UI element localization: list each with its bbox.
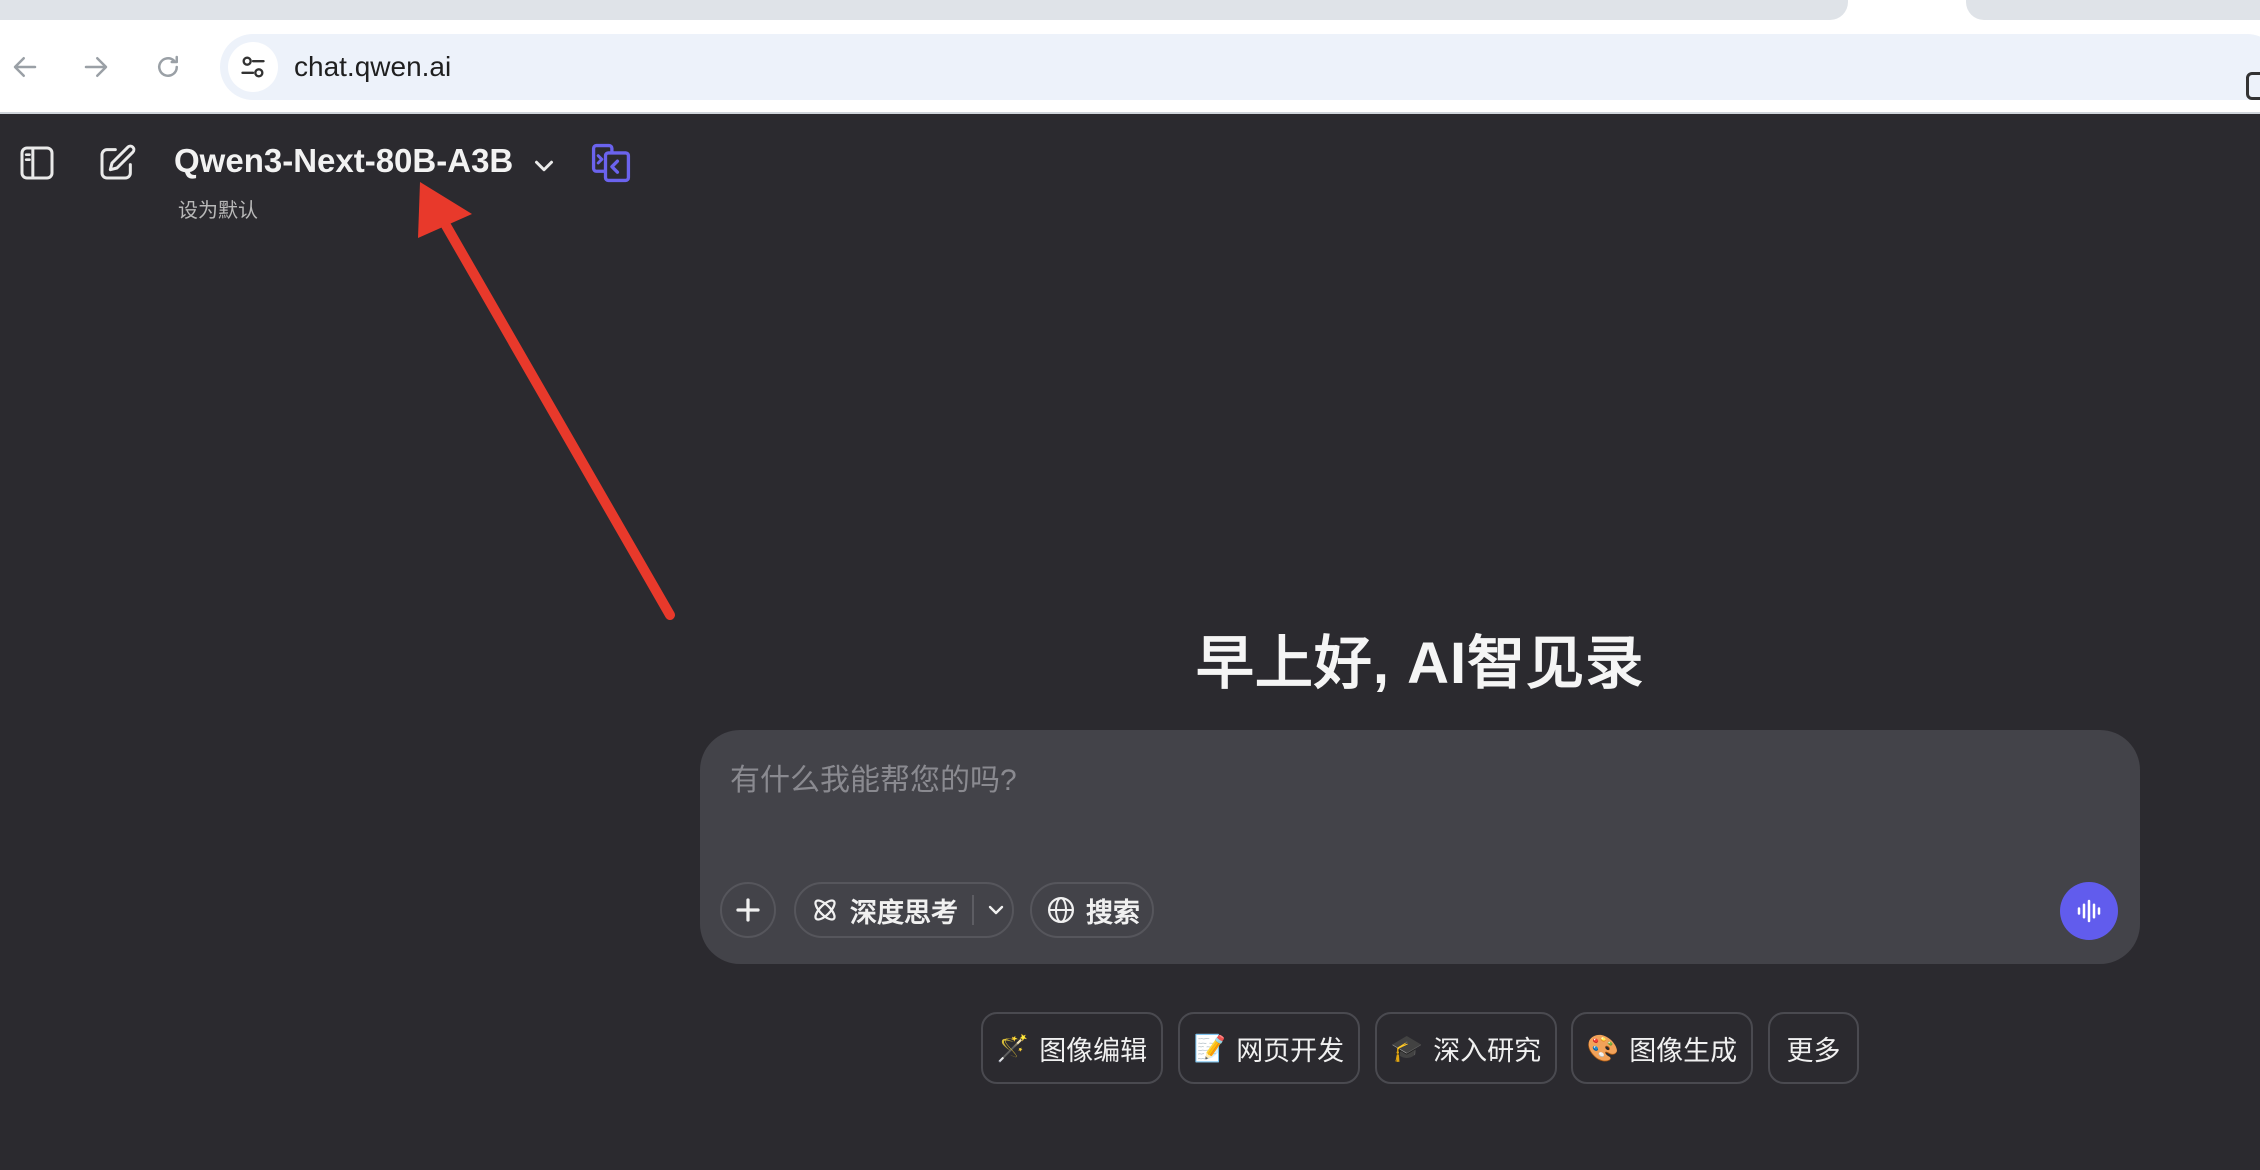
chip-label: 更多 [1786,1035,1841,1066]
chip-image-gen[interactable]: 🎨 图像生成 [1571,1012,1753,1084]
browser-tab-strip [0,0,2260,22]
arrow-right-icon [84,57,108,77]
deep-think-label: 深度思考 [850,897,958,928]
chip-web-dev[interactable]: 📝 网页开发 [1178,1012,1360,1084]
arrow-left-icon [13,57,37,77]
chip-more[interactable]: 更多 [1768,1012,1859,1084]
new-chat-button[interactable] [96,142,138,184]
reload-button[interactable] [145,44,191,90]
sidebar-toggle-button[interactable] [16,142,58,184]
audio-wave-icon [2077,899,2101,923]
address-bar[interactable]: chat.qwen.ai [220,34,2260,100]
chip-label: 图像生成 [1629,1035,1738,1066]
chevron-down-icon [535,160,553,172]
sidebar-icon [20,146,54,180]
chip-label: 深入研究 [1433,1035,1542,1066]
inactive-tab[interactable] [1966,0,2260,20]
url-text[interactable]: chat.qwen.ai [294,34,451,100]
forward-button[interactable] [73,44,119,90]
deep-think-button[interactable]: 深度思考 [794,882,1014,938]
chip-label: 网页开发 [1236,1035,1345,1066]
web-search-button[interactable]: 搜索 [1030,882,1154,938]
memo-icon: 📝 [1193,1032,1227,1063]
chevron-down-icon [988,905,1004,915]
graduation-cap-icon: 🎓 [1390,1032,1424,1063]
plus-icon [736,898,760,922]
extension-icon[interactable] [2246,72,2260,100]
deep-think-options-button[interactable] [984,898,1008,922]
divider [972,895,974,925]
add-attachment-button[interactable] [720,882,776,938]
model-selector[interactable]: Qwen3-Next-80B-A3B [174,142,513,180]
chip-image-edit[interactable]: 🪄 图像编辑 [981,1012,1163,1084]
model-dropdown-button[interactable] [526,148,562,184]
reload-icon [158,55,178,77]
compare-icon [591,143,631,183]
compare-models-button[interactable] [588,140,634,186]
site-info-button[interactable] [228,42,278,92]
tune-icon [241,56,265,78]
chip-label: 图像编辑 [1039,1035,1148,1066]
atom-icon [814,899,836,921]
model-name-label: Qwen3-Next-80B-A3B [174,142,514,179]
magic-wand-icon: 🪄 [996,1032,1030,1063]
browser-toolbar: chat.qwen.ai [0,22,2260,114]
voice-input-button[interactable] [2060,882,2118,940]
edit-icon [100,144,136,180]
inactive-tab[interactable] [0,0,1848,20]
palette-icon: 🎨 [1586,1032,1620,1063]
web-search-label: 搜索 [1086,897,1140,928]
chat-input-container: 深度思考 搜索 [700,730,2140,964]
chat-input[interactable] [728,756,2112,806]
globe-icon [1048,897,1074,923]
set-default-link[interactable]: 设为默认 [178,194,258,223]
greeting-title: 早上好, AI智见录 [1195,631,1645,696]
chip-deep-research[interactable]: 🎓 深入研究 [1375,1012,1557,1084]
back-button[interactable] [2,44,48,90]
